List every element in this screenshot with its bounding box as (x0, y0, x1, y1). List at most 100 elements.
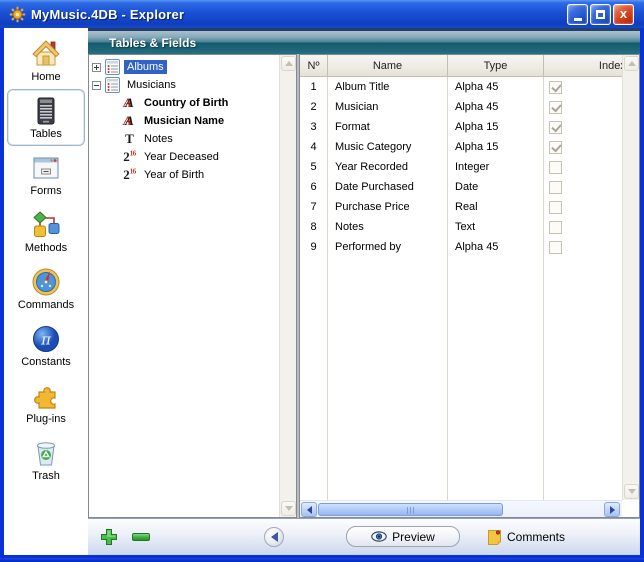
titlebar[interactable]: MyMusic.4DB - Explorer x (0, 0, 644, 28)
horizontal-scroll-thumb[interactable] (318, 503, 503, 516)
scroll-right-icon[interactable] (604, 502, 620, 517)
scroll-down-icon (624, 484, 639, 499)
window-title: MyMusic.4DB - Explorer (31, 7, 567, 22)
tree-label-musicians[interactable]: Musicians (124, 78, 179, 92)
scroll-left-icon[interactable] (301, 502, 317, 517)
plugins-icon (30, 380, 62, 412)
scroll-up-icon (624, 56, 639, 71)
4d-gear-icon[interactable] (9, 6, 26, 23)
tree-label-year-of-birth[interactable]: Year of Birth (141, 168, 207, 182)
maximize-button[interactable] (590, 4, 611, 25)
forms-icon (30, 152, 62, 184)
sidebar-item-tables[interactable]: Tables (7, 89, 85, 146)
indexed-checkbox[interactable] (549, 181, 562, 194)
eye-icon (371, 531, 387, 542)
remove-field-button[interactable] (132, 533, 150, 541)
sidebar-item-plugins[interactable]: Plug-ins (7, 374, 85, 431)
tree-item-country-of-birth[interactable]: A Country of Birth (89, 94, 296, 112)
sidebar: Home Tables (4, 28, 88, 555)
field-row-6[interactable]: 6 Date Purchased Date (300, 177, 640, 197)
collapse-icon[interactable] (92, 81, 101, 90)
sidebar-label-tables: Tables (30, 128, 62, 140)
sidebar-label-trash: Trash (32, 470, 60, 482)
alpha-field-icon: A (121, 113, 138, 129)
svg-text:π: π (40, 331, 52, 349)
bottom-toolbar: Preview Comments (88, 518, 640, 555)
tree-item-notes[interactable]: T Notes (89, 130, 296, 148)
column-header-type[interactable]: Type (448, 55, 544, 76)
sidebar-item-home[interactable]: Home (7, 32, 85, 89)
table-icon (105, 59, 120, 75)
integer16-field-icon: 216 (121, 149, 138, 165)
tree-label-musician-name[interactable]: Musician Name (141, 114, 227, 128)
sidebar-item-forms[interactable]: Forms (7, 146, 85, 203)
column-header-number[interactable]: Nº (300, 55, 328, 76)
field-row-3[interactable]: 3 Format Alpha 15 (300, 117, 640, 137)
add-field-button[interactable] (100, 528, 118, 546)
table-horizontal-scrollbar[interactable] (300, 500, 622, 517)
expand-icon[interactable] (92, 63, 101, 72)
window-border (0, 558, 644, 562)
scroll-up-icon (281, 56, 296, 71)
sidebar-label-constants: Constants (21, 356, 71, 368)
alpha-field-icon: A (121, 95, 138, 111)
tree-label-albums[interactable]: Albums (124, 60, 167, 74)
column-header-name[interactable]: Name (328, 55, 448, 76)
sidebar-label-home: Home (31, 71, 60, 83)
tables-icon (30, 95, 62, 127)
sidebar-label-commands: Commands (18, 299, 74, 311)
tree-item-year-of-birth[interactable]: 216 Year of Birth (89, 166, 296, 184)
field-row-2[interactable]: 2 Musician Alpha 45 (300, 97, 640, 117)
tree-item-musicians[interactable]: Musicians (89, 76, 296, 94)
fields-table-header: Nº Name Type Indexed (300, 55, 640, 77)
indexed-checkbox[interactable] (549, 101, 562, 114)
tree-item-musician-name[interactable]: A Musician Name (89, 112, 296, 130)
indexed-checkbox[interactable] (549, 81, 562, 94)
tree-item-year-deceased[interactable]: 216 Year Deceased (89, 148, 296, 166)
preview-label: Preview (392, 530, 435, 544)
indexed-checkbox[interactable] (549, 241, 562, 254)
collapse-panel-button[interactable] (264, 527, 284, 547)
field-row-4[interactable]: 4 Music Category Alpha 15 (300, 137, 640, 157)
indexed-checkbox[interactable] (549, 221, 562, 234)
tree-label-notes[interactable]: Notes (141, 132, 176, 146)
tree-item-albums[interactable]: Albums (89, 58, 296, 76)
comments-button[interactable]: Comments (487, 526, 565, 547)
tables-tree-panel: Albums Musicians (88, 54, 297, 518)
indexed-checkbox[interactable] (549, 161, 562, 174)
section-title: Tables & Fields (109, 36, 196, 50)
close-button[interactable]: x (613, 4, 634, 25)
chevron-left-icon (271, 532, 278, 542)
sidebar-label-methods: Methods (25, 242, 67, 254)
text-field-icon: T (121, 131, 138, 147)
integer16-field-icon: 216 (121, 167, 138, 183)
methods-icon (30, 209, 62, 241)
sidebar-label-plugins: Plug-ins (26, 413, 66, 425)
sidebar-item-commands[interactable]: Commands (7, 260, 85, 317)
indexed-checkbox[interactable] (549, 201, 562, 214)
tree-label-country-of-birth[interactable]: Country of Birth (141, 96, 231, 110)
tree-vertical-scrollbar (279, 55, 296, 517)
sidebar-item-trash[interactable]: Trash (7, 431, 85, 488)
indexed-checkbox[interactable] (549, 121, 562, 134)
field-row-5[interactable]: 5 Year Recorded Integer (300, 157, 640, 177)
note-icon (487, 528, 502, 545)
home-icon (30, 38, 62, 70)
explorer-window: MyMusic.4DB - Explorer x Home (0, 0, 644, 562)
minimize-button[interactable] (567, 4, 588, 25)
sidebar-item-methods[interactable]: Methods (7, 203, 85, 260)
table-icon (105, 77, 120, 93)
field-row-9[interactable]: 9 Performed by Alpha 45 (300, 237, 640, 257)
field-row-8[interactable]: 8 Notes Text (300, 217, 640, 237)
commands-icon (30, 266, 62, 298)
scroll-down-icon (281, 501, 296, 516)
section-header: Tables & Fields (88, 28, 640, 54)
preview-button[interactable]: Preview (346, 526, 460, 547)
close-icon: x (620, 7, 627, 20)
field-row-7[interactable]: 7 Purchase Price Real (300, 197, 640, 217)
field-row-1[interactable]: 1 Album Title Alpha 45 (300, 77, 640, 97)
table-vertical-scrollbar (622, 55, 639, 500)
sidebar-item-constants[interactable]: π Constants (7, 317, 85, 374)
indexed-checkbox[interactable] (549, 141, 562, 154)
tree-label-year-deceased[interactable]: Year Deceased (141, 150, 222, 164)
